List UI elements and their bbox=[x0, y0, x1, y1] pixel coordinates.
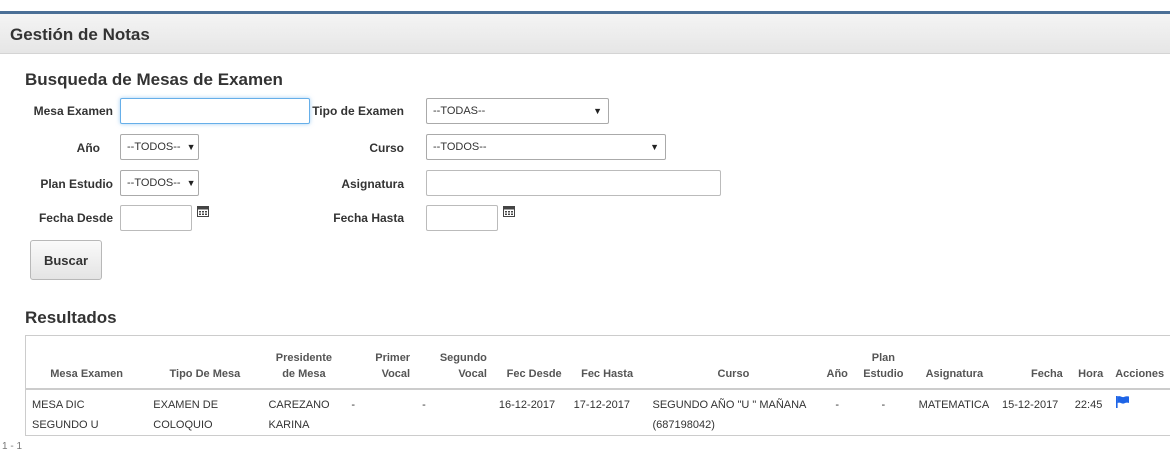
cell-fec-desde: 16-12-2017 bbox=[493, 389, 568, 436]
panel-header: Gestión de Notas bbox=[0, 14, 1170, 54]
buscar-button[interactable]: Buscar bbox=[30, 240, 102, 280]
cell-segundo-vocal: - bbox=[416, 389, 493, 436]
cell-asignatura: MATEMATICA bbox=[913, 389, 996, 436]
col-fec-hasta[interactable]: Fec Hasta bbox=[568, 336, 647, 390]
table-row: MESA DIC SEGUNDO U EXAMEN DE COLOQUIO CA… bbox=[26, 389, 1170, 436]
fecha-hasta-input[interactable] bbox=[426, 205, 498, 231]
col-anio[interactable]: Año bbox=[820, 336, 854, 390]
cell-tipo-mesa: EXAMEN DE COLOQUIO bbox=[147, 389, 262, 436]
col-hora[interactable]: Hora bbox=[1069, 336, 1109, 390]
calendar-icon[interactable] bbox=[197, 205, 209, 217]
cell-anio: - bbox=[820, 389, 854, 436]
flag-icon[interactable] bbox=[1115, 395, 1130, 409]
fecha-desde-input[interactable] bbox=[120, 205, 192, 231]
cell-presidente: CAREZANO KARINA bbox=[262, 389, 345, 436]
col-curso[interactable]: Curso bbox=[647, 336, 821, 390]
fecha-desde-label: Fecha Desde bbox=[20, 211, 113, 225]
cell-primer-vocal: - bbox=[345, 389, 416, 436]
dropdown-arrow-icon: ▼ bbox=[650, 142, 659, 152]
plan-estudio-value: --TODOS-- bbox=[127, 177, 181, 189]
asignatura-label: Asignatura bbox=[300, 177, 404, 191]
mesa-examen-label: Mesa Examen bbox=[20, 104, 113, 118]
anio-select[interactable]: --TODOS-- ▼ bbox=[120, 134, 199, 160]
col-fec-desde[interactable]: Fec Desde bbox=[493, 336, 568, 390]
cell-curso: SEGUNDO AÑO "U " MAÑANA (687198042) bbox=[647, 389, 821, 436]
tipo-examen-label: Tipo de Examen bbox=[300, 104, 404, 118]
dropdown-arrow-icon: ▼ bbox=[187, 178, 196, 188]
col-fecha[interactable]: Fecha bbox=[996, 336, 1069, 390]
pagination-info: 1 - 1 bbox=[2, 441, 22, 452]
mesa-examen-input[interactable] bbox=[120, 98, 310, 124]
plan-estudio-select[interactable]: --TODOS-- ▼ bbox=[120, 170, 199, 196]
page-title: Gestión de Notas bbox=[10, 25, 150, 45]
plan-estudio-label: Plan Estudio bbox=[20, 177, 113, 191]
results-table: Mesa Examen Tipo De Mesa Presidente de M… bbox=[25, 335, 1170, 436]
curso-label: Curso bbox=[300, 141, 404, 155]
dropdown-arrow-icon: ▼ bbox=[593, 106, 602, 116]
col-asignatura[interactable]: Asignatura bbox=[913, 336, 996, 390]
anio-value: --TODOS-- bbox=[127, 141, 181, 153]
cell-plan: - bbox=[854, 389, 913, 436]
top-border bbox=[0, 0, 1170, 14]
fecha-hasta-label: Fecha Hasta bbox=[300, 211, 404, 225]
tipo-examen-select[interactable]: --TODAS-- ▼ bbox=[426, 98, 609, 124]
table-header-row: Mesa Examen Tipo De Mesa Presidente de M… bbox=[26, 336, 1170, 390]
tipo-examen-value: --TODAS-- bbox=[433, 105, 587, 117]
calendar-icon[interactable] bbox=[503, 205, 515, 217]
cell-acciones bbox=[1109, 389, 1170, 436]
col-segundo-vocal[interactable]: Segundo Vocal bbox=[416, 336, 493, 390]
col-tipo-mesa[interactable]: Tipo De Mesa bbox=[147, 336, 262, 390]
cell-fecha: 15-12-2017 bbox=[996, 389, 1069, 436]
anio-label: Año bbox=[20, 141, 100, 155]
results-title: Resultados bbox=[25, 308, 117, 328]
col-primer-vocal[interactable]: Primer Vocal bbox=[345, 336, 416, 390]
col-acciones: Acciones bbox=[1109, 336, 1170, 390]
curso-select[interactable]: --TODOS-- ▼ bbox=[426, 134, 666, 160]
asignatura-input[interactable] bbox=[426, 170, 721, 196]
col-presidente[interactable]: Presidente de Mesa bbox=[262, 336, 345, 390]
cell-fec-hasta: 17-12-2017 bbox=[568, 389, 647, 436]
col-plan-estudio[interactable]: Plan Estudio bbox=[854, 336, 913, 390]
curso-value: --TODOS-- bbox=[433, 141, 644, 153]
col-mesa-examen[interactable]: Mesa Examen bbox=[26, 336, 148, 390]
cell-mesa-examen: MESA DIC SEGUNDO U bbox=[26, 389, 148, 436]
cell-hora: 22:45 bbox=[1069, 389, 1109, 436]
dropdown-arrow-icon: ▼ bbox=[187, 142, 196, 152]
search-section-title: Busqueda de Mesas de Examen bbox=[25, 70, 283, 90]
